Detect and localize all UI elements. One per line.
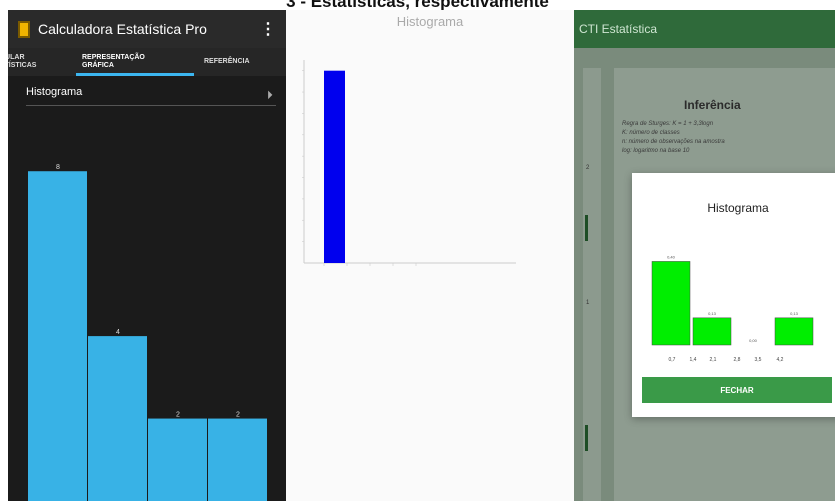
close-button[interactable]: FECHAR [642, 377, 832, 403]
chart-type-select[interactable]: Histograma [26, 86, 276, 106]
app-title: Calculadora Estatística Pro [38, 21, 207, 37]
histogram-bar [88, 336, 147, 501]
dropdown-caret-icon [259, 90, 273, 104]
dialog-title: Histograma [707, 201, 769, 215]
inference-text: Regra de Sturges: K = 1 + 3,3logn K: núm… [622, 120, 725, 156]
tab-calcular-estatisticas[interactable]: CULARATÍSTICAS [8, 48, 68, 76]
tab-representacao-grafica[interactable]: REPRESENTAÇÃO GRÁFICA [68, 48, 186, 76]
histogram-bar [692, 317, 732, 346]
x-tick-label: 3,5 [755, 357, 762, 363]
histogram-chart-dark: 8 4 2 2 [28, 164, 267, 501]
histogram-bar [324, 70, 345, 264]
side-marker [585, 425, 588, 451]
histogram-bar [208, 418, 267, 501]
cti-estatistica-screen: CTI Estatística 2 1 Inferência Regra de … [574, 10, 835, 501]
inference-line: K: número de classes [622, 130, 680, 136]
histogram-dialog: Histograma 0,40 0,13 0,00 0,13 0,7 1,4 2,1 2,8 3… [632, 173, 835, 417]
x-tick-label: 1,4 [690, 357, 697, 363]
bar-value-label: 0,13 [790, 311, 799, 316]
inference-line: n: número de observações na amostra [622, 139, 725, 145]
x-tick-label: 2,1 [710, 357, 717, 363]
app-logo-icon [18, 20, 30, 38]
x-tick-label: 4,2 [777, 357, 784, 363]
histogram-bar [28, 171, 87, 501]
app-bar: Calculadora Estatística Pro ⋮ [8, 10, 286, 48]
side-marker [585, 215, 588, 241]
bar-value-label: 4 [116, 329, 120, 336]
chart-type-value: Histograma [26, 86, 83, 98]
screenshot-frame: 3 - Estatísticas, respectivamente Calcul… [0, 0, 835, 501]
bar-value-label: 2 [236, 412, 240, 419]
side-number: 2 [586, 165, 590, 171]
tab-bar: CULARATÍSTICAS REPRESENTAÇÃOGRÁFICA REFE… [8, 48, 286, 76]
histogram-bar [148, 418, 207, 501]
histogram-bar [651, 261, 691, 346]
x-tick-label: 2,8 [734, 357, 741, 363]
inference-line: Regra de Sturges: K = 1 + 3,3logn [622, 121, 714, 127]
histogram-chart-green: 0,40 0,13 0,00 0,13 0,7 1,4 2,1 2,8 3,5 4,2 [651, 254, 814, 363]
calculadora-pro-screen: Calculadora Estatística Pro ⋮ CULARATÍST… [8, 10, 286, 501]
more-vert-icon[interactable]: ⋮ [260, 19, 276, 39]
inference-title: Inferência [684, 98, 741, 112]
bar-value-label: 8 [56, 164, 60, 171]
bar-value-label: 0,40 [667, 254, 676, 259]
bar-value-label: 2 [176, 412, 180, 419]
bar-value-label: 0,13 [708, 311, 717, 316]
active-tab-indicator [76, 73, 194, 76]
histogram-screen-white: Histograma [286, 10, 574, 501]
x-tick-label: 0,7 [669, 357, 676, 363]
tab-referencia[interactable]: REFERÊNCIA [186, 48, 286, 76]
side-number: 1 [586, 300, 590, 306]
bar-value-label: 0,00 [749, 338, 758, 343]
histogram-bar [774, 317, 814, 346]
histogram-chart-blue [302, 60, 516, 266]
inference-line: log: logaritmo na base 10 [622, 148, 690, 154]
app-bar: CTI Estatística [574, 10, 835, 48]
